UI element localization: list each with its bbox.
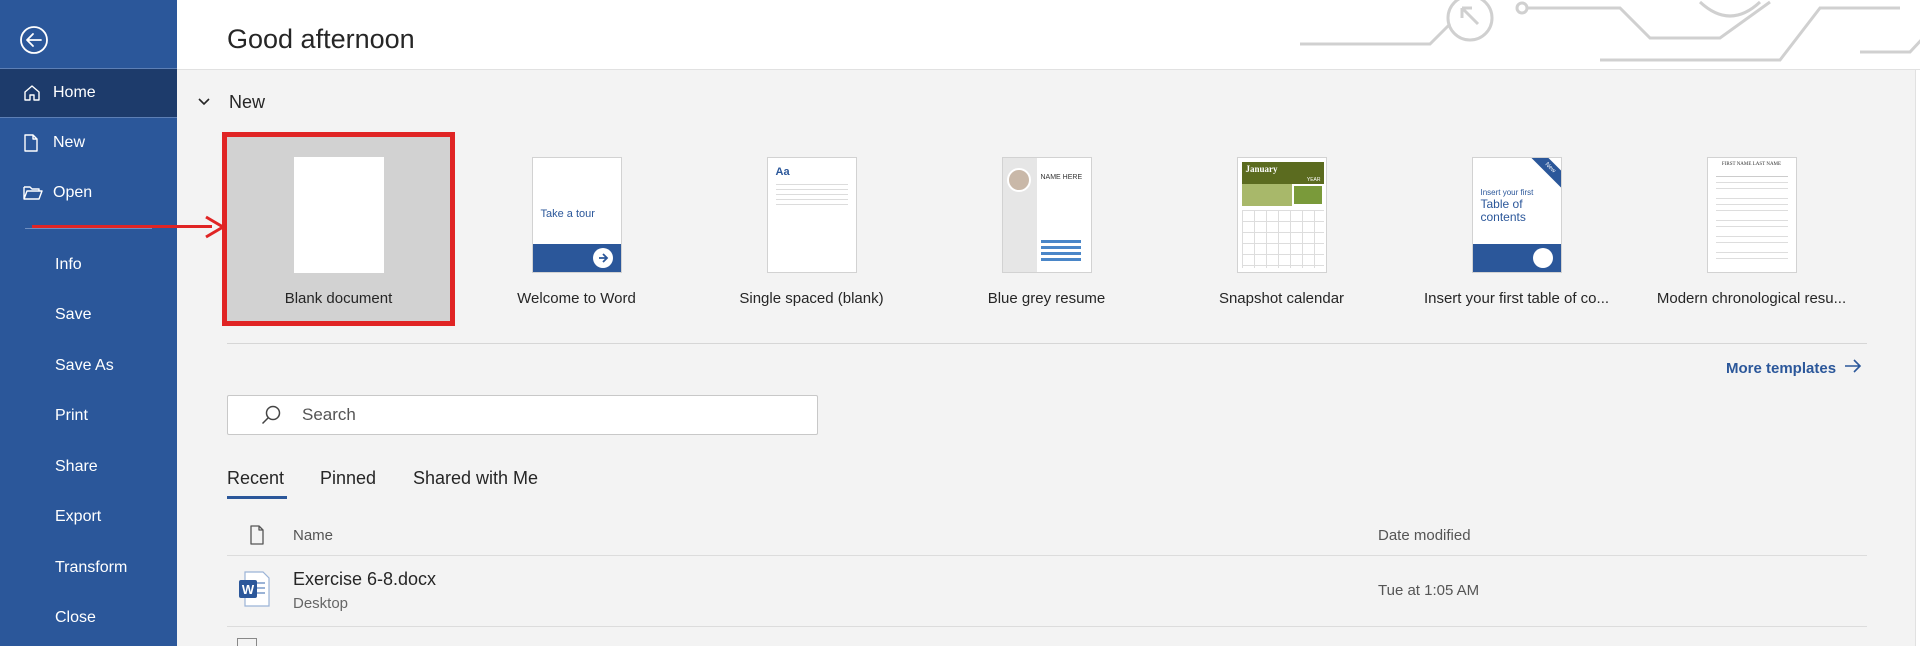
search-input[interactable] xyxy=(302,405,782,425)
tab-active-indicator xyxy=(227,496,287,499)
template-label: Single spaced (blank) xyxy=(739,290,884,307)
template-label: Welcome to Word xyxy=(517,290,636,307)
sidebar-item-label: Share xyxy=(55,458,98,475)
sidebar-item-home[interactable]: Home xyxy=(0,68,177,118)
thumb-big-text: Table of contents xyxy=(1480,197,1526,224)
thumb-skill-bars xyxy=(1040,240,1081,243)
scrollbar-track[interactable] xyxy=(1915,70,1920,646)
row-divider xyxy=(227,626,1867,627)
sidebar-item-label: Save As xyxy=(55,357,114,374)
circuit-decoration-icon xyxy=(1300,0,1920,62)
backstage-sidebar: Home New Open Info Save Save As Print Sh… xyxy=(0,0,177,646)
thumb-lines xyxy=(775,184,848,185)
template-blank-document[interactable]: Blank document xyxy=(222,132,455,326)
file-name: Exercise 6-8.docx xyxy=(293,569,437,589)
sidebar-item-share[interactable]: Share xyxy=(0,442,177,492)
sidebar-item-label: Close xyxy=(55,609,96,626)
arrow-right-icon xyxy=(1844,359,1862,377)
thumb-photo xyxy=(1293,186,1322,204)
template-blue-grey-resume[interactable]: NAME HERE Blue grey resume xyxy=(929,132,1164,322)
sidebar-item-label: Print xyxy=(55,407,88,424)
file-type-icon xyxy=(237,638,257,646)
section-divider xyxy=(227,343,1867,344)
table-row[interactable]: W Exercise 6-8.docx Desktop Tue at 1:05 … xyxy=(227,556,1867,626)
template-snapshot-calendar[interactable]: January YEAR Snapshot calendar xyxy=(1164,132,1399,322)
thumb-header: January YEAR xyxy=(1241,162,1324,184)
sidebar-item-label: Info xyxy=(55,256,82,273)
folder-open-icon xyxy=(22,184,50,202)
new-badge: New xyxy=(1527,158,1561,190)
annotation-arrow-head-icon xyxy=(205,215,226,239)
sidebar-divider xyxy=(25,228,152,229)
template-single-spaced[interactable]: Aa Single spaced (blank) xyxy=(694,132,929,322)
template-label: Modern chronological resu... xyxy=(1656,290,1847,307)
template-modern-chronological-resume[interactable]: FIRST NAME LAST NAME Modern chronologica… xyxy=(1634,132,1869,322)
greeting-title: Good afternoon xyxy=(227,24,415,54)
home-icon xyxy=(22,83,50,103)
template-thumbnail: New Insert your first Table of contents xyxy=(1471,157,1562,273)
thumb-text: January xyxy=(1245,164,1278,174)
sidebar-item-label: Open xyxy=(53,184,93,201)
sidebar-item-label: Home xyxy=(53,84,96,101)
thumb-text: Take a tour xyxy=(540,208,595,220)
file-type-icon xyxy=(249,525,265,550)
sidebar-item-info[interactable]: Info xyxy=(0,240,177,290)
thumb-text: NAME HERE xyxy=(1040,174,1083,181)
word-document-icon: W xyxy=(237,570,271,613)
column-header-date-modified[interactable]: Date modified xyxy=(1378,527,1471,544)
template-table-of-contents[interactable]: New Insert your first Table of contents … xyxy=(1399,132,1634,322)
thumb-calendar-grid xyxy=(1241,210,1324,268)
sidebar-item-open[interactable]: Open xyxy=(0,168,177,218)
annotation-arrow-line xyxy=(32,225,212,228)
template-welcome-to-word[interactable]: Take a tour Welcome to Word xyxy=(459,132,694,322)
template-label: Blank document xyxy=(284,290,393,307)
tab-recent[interactable]: Recent xyxy=(227,468,284,489)
svg-text:W: W xyxy=(242,582,255,597)
template-label: Snapshot calendar xyxy=(1218,290,1345,307)
template-thumbnail: NAME HERE xyxy=(1001,157,1092,273)
new-document-icon xyxy=(22,133,50,153)
thumb-lines xyxy=(1715,176,1788,177)
template-label: Insert your first table of co... xyxy=(1423,290,1610,307)
sidebar-item-label: Export xyxy=(55,508,102,525)
thumb-photo xyxy=(1241,184,1292,206)
template-label: Blue grey resume xyxy=(987,290,1106,307)
more-templates-link[interactable]: More templates xyxy=(1726,359,1862,377)
template-thumbnail xyxy=(293,157,384,273)
search-icon xyxy=(260,404,282,426)
column-header-name[interactable]: Name xyxy=(293,527,333,544)
sidebar-item-close[interactable]: Close xyxy=(0,593,177,643)
back-arrow-icon[interactable] xyxy=(18,24,50,56)
sidebar-item-new[interactable]: New xyxy=(0,118,177,168)
template-thumbnail: FIRST NAME LAST NAME xyxy=(1706,157,1797,273)
template-thumbnail: January YEAR xyxy=(1236,157,1327,273)
tab-shared-with-me[interactable]: Shared with Me xyxy=(413,468,538,489)
new-section-toggle[interactable]: New xyxy=(197,92,265,113)
sidebar-item-save-as[interactable]: Save As xyxy=(0,341,177,391)
sidebar-item-export[interactable]: Export xyxy=(0,492,177,542)
avatar xyxy=(1006,168,1031,192)
file-location: Desktop xyxy=(293,595,349,612)
template-thumbnail: Take a tour xyxy=(531,157,622,273)
sidebar-item-label: Save xyxy=(55,306,92,323)
sidebar-item-transform[interactable]: Transform xyxy=(0,543,177,593)
chevron-down-icon xyxy=(197,94,211,112)
sidebar-item-label: New xyxy=(53,134,86,151)
toc-icon xyxy=(1532,248,1553,268)
tab-pinned[interactable]: Pinned xyxy=(320,468,376,489)
sidebar-item-label: Transform xyxy=(55,559,128,576)
sidebar-item-save[interactable]: Save xyxy=(0,290,177,340)
thumb-sub: YEAR xyxy=(1306,177,1321,183)
thumb-text: FIRST NAME LAST NAME xyxy=(1721,162,1782,167)
page-header: Good afternoon xyxy=(177,0,1920,70)
thumb-text: Aa xyxy=(775,166,790,178)
arrow-right-icon xyxy=(592,248,613,268)
more-templates-label: More templates xyxy=(1726,359,1837,377)
search-box[interactable] xyxy=(227,395,818,435)
template-thumbnail: Aa xyxy=(766,157,857,273)
new-section-title: New xyxy=(229,92,266,112)
file-date-modified: Tue at 1:05 AM xyxy=(1378,582,1480,599)
sidebar-item-print[interactable]: Print xyxy=(0,391,177,441)
thumb-text: Insert your first xyxy=(1480,188,1534,197)
